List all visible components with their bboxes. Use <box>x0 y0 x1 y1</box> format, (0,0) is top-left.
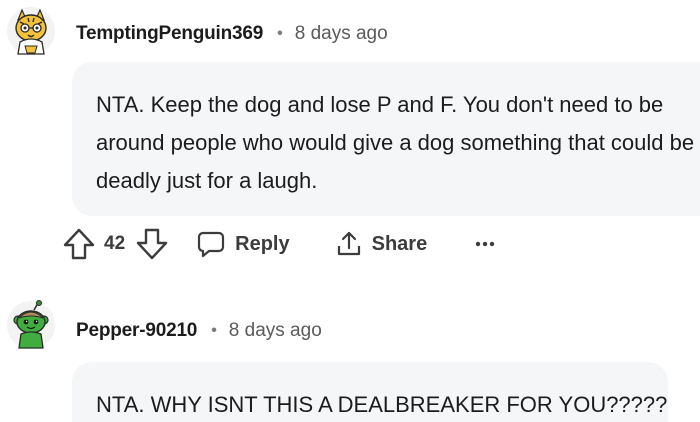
more-dots-icon <box>475 240 495 248</box>
comment-actions: 42 Reply Share <box>62 226 495 262</box>
share-arrow-icon <box>336 230 362 258</box>
comment-body: NTA. WHY ISNT THIS A DEALBREAKER FOR YOU… <box>96 392 668 417</box>
reply-label: Reply <box>235 232 290 255</box>
comment-meta: TemptingPenguin369 • 8 days ago <box>76 19 388 49</box>
share-button[interactable]: Share <box>336 230 428 258</box>
timestamp[interactable]: 8 days ago <box>295 23 388 45</box>
comment-body: NTA. Keep the dog and lose P and F. You … <box>96 92 695 193</box>
meta-separator: • <box>277 25 283 42</box>
green-snoo-avatar-icon[interactable] <box>6 300 56 350</box>
comment-body-bubble: NTA. WHY ISNT THIS A DEALBREAKER FOR YOU… <box>72 362 668 422</box>
timestamp[interactable]: 8 days ago <box>229 320 322 342</box>
more-options-button[interactable] <box>475 240 495 248</box>
username[interactable]: Pepper-90210 <box>76 320 197 342</box>
downvote-button[interactable] <box>135 227 169 261</box>
upvote-arrow-icon <box>62 227 96 261</box>
speech-bubble-icon <box>197 230 225 258</box>
reply-button[interactable]: Reply <box>197 230 290 258</box>
comment-body-bubble: NTA. Keep the dog and lose P and F. You … <box>72 62 700 216</box>
upvote-button[interactable] <box>62 227 96 261</box>
vote-count: 42 <box>104 233 126 254</box>
downvote-arrow-icon <box>135 227 169 261</box>
comment-thread: TemptingPenguin369 • 8 days ago NTA. Kee… <box>0 0 700 422</box>
share-label: Share <box>371 232 428 255</box>
comment-meta: Pepper-90210 • 8 days ago <box>76 316 322 346</box>
meta-separator: • <box>211 322 217 339</box>
username[interactable]: TemptingPenguin369 <box>76 23 263 45</box>
yellow-cat-avatar-icon[interactable] <box>6 6 56 56</box>
